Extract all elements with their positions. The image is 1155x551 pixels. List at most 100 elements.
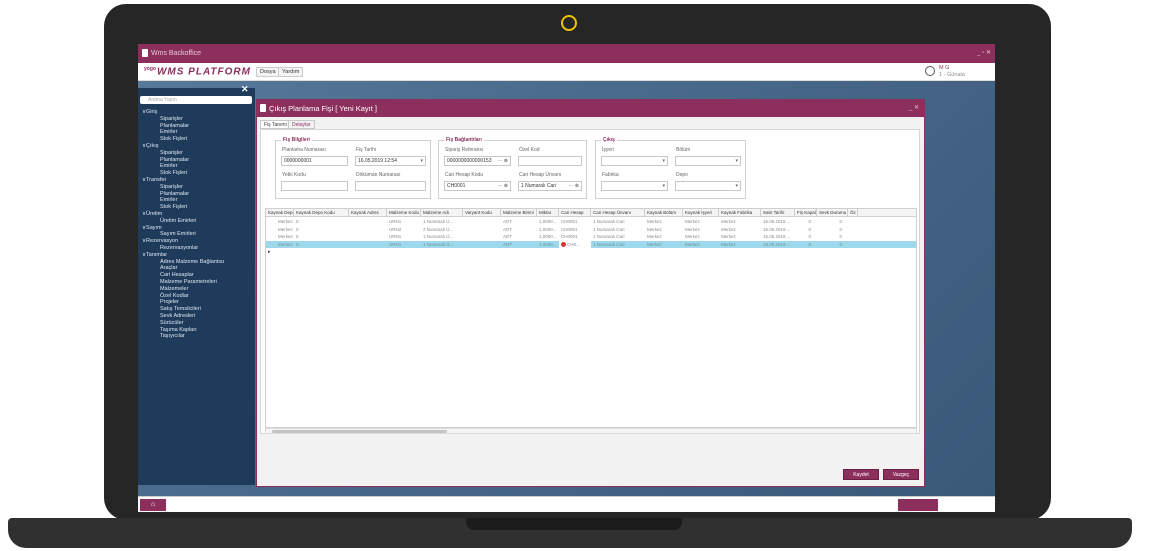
table-cell[interactable]: ADT	[501, 218, 537, 226]
table-cell[interactable]: 1 Numaralı Cari	[591, 218, 645, 226]
table-cell[interactable]: Merkez	[645, 226, 683, 234]
table-cell[interactable]: 0	[795, 218, 817, 226]
table-cell[interactable]: 0	[817, 241, 848, 249]
table-cell[interactable]: 0	[294, 226, 349, 234]
table-cell[interactable]: 1,0000...	[537, 241, 559, 249]
table-cell[interactable]	[349, 218, 387, 226]
sidebar-group[interactable]: ∨Tanımlar	[140, 252, 224, 259]
grid-column-header[interactable]: Cari Hesap	[559, 209, 591, 217]
table-cell[interactable]: Merkez	[719, 218, 761, 226]
special-code-field[interactable]	[518, 156, 582, 166]
grid-column-header[interactable]: Kaynak Fabrika	[719, 209, 761, 217]
grid-column-header[interactable]: Satır Tarihi	[761, 209, 795, 217]
grid-column-header[interactable]: Malzeme Birimi	[501, 209, 537, 217]
table-cell[interactable]: 1 Numaralı Cari	[591, 226, 645, 234]
table-cell[interactable]: Merkez	[645, 218, 683, 226]
sidebar-group[interactable]: ∨Transfer	[140, 177, 224, 184]
account-code-field[interactable]: CH0001 ··· ⊗	[444, 181, 511, 191]
order-reference-field[interactable]: 0000000000000153 ··· ⊗	[444, 156, 511, 166]
table-cell[interactable]: 0	[817, 233, 848, 241]
tab-fis-tanimi[interactable]: Fiş Tanımı	[260, 120, 291, 129]
sidebar-item[interactable]: Sevk Adresleri	[140, 313, 224, 320]
sidebar-item[interactable]: Taşıma Kapları	[140, 327, 224, 334]
cancel-button[interactable]: Vazgeç	[883, 469, 919, 480]
table-cell[interactable]: Merkez	[276, 218, 294, 226]
taskbar-right-button[interactable]	[898, 499, 938, 511]
document-number-field[interactable]	[355, 181, 426, 191]
sidebar-search-input[interactable]: Arama Yapın	[140, 96, 252, 104]
table-cell[interactable]: CH0...	[559, 240, 591, 248]
table-cell[interactable]: 0	[294, 233, 349, 241]
table-cell[interactable]: 1 Numaralı Cari	[591, 233, 645, 241]
grid-column-header[interactable]: Varyant Kodu	[463, 209, 501, 217]
table-cell[interactable]: 16.05.2019 ...	[761, 218, 795, 226]
dialog-controls[interactable]: _ ✕	[909, 104, 919, 111]
sidebar-item[interactable]: Cari Hesaplar	[140, 272, 224, 279]
table-cell[interactable]: Merkez	[719, 241, 761, 249]
scrollbar-thumb[interactable]	[272, 430, 447, 433]
sidebar-close-icon[interactable]: ✕	[241, 84, 249, 95]
grid-column-header[interactable]: Kaynak Bölüm	[645, 209, 683, 217]
sidebar-group[interactable]: ∨Çıkış	[140, 143, 224, 150]
table-cell[interactable]: URN1	[387, 241, 421, 249]
table-cell[interactable]: Merkez	[683, 218, 719, 226]
table-row[interactable]: Merkez 0 URN1 1 Numaralı Ü... ADT 1,0000... CH…	[266, 240, 916, 249]
table-cell[interactable]: 1 Numaralı Cari	[591, 241, 645, 249]
sidebar-item[interactable]: Planlamalar	[140, 191, 224, 198]
table-cell[interactable]: ADT	[501, 233, 537, 241]
grid-column-header[interactable]: Kaynak Depo	[266, 209, 294, 217]
table-cell[interactable]	[463, 226, 501, 234]
sidebar-item[interactable]: Emirler	[140, 197, 224, 204]
grid-horizontal-scrollbar[interactable]	[265, 428, 917, 434]
table-cell[interactable]	[463, 233, 501, 241]
table-cell[interactable]: Merkez	[276, 226, 294, 234]
sidebar-item[interactable]: Özel Kodlar	[140, 293, 224, 300]
sidebar-item[interactable]: Malzeme Parametreleri	[140, 279, 224, 286]
grid-column-header[interactable]: Fiş Kapalı	[795, 209, 817, 217]
sidebar-item[interactable]: Stok Fişleri	[140, 136, 224, 143]
sidebar-item[interactable]: Planlamalar	[140, 157, 224, 164]
grid-column-header[interactable]: Miktar	[537, 209, 559, 217]
sidebar-group[interactable]: ∨Rezervasyon	[140, 238, 224, 245]
date-field[interactable]: 16.05.2019 12:54 ▾	[355, 156, 426, 166]
table-cell[interactable]: 1 Numaralı Ü...	[421, 218, 463, 226]
section-select[interactable]: ▾	[675, 156, 741, 166]
table-cell[interactable]: 1,0000...	[537, 226, 559, 234]
table-cell[interactable]: ADT	[501, 226, 537, 234]
menu-help[interactable]: Yardım	[278, 67, 304, 77]
table-cell[interactable]: CH0001	[559, 233, 591, 241]
grid-column-header[interactable]: Sevk Durumu	[817, 209, 848, 217]
save-button[interactable]: Kaydet	[843, 469, 879, 480]
sidebar-item[interactable]: Malzemeler	[140, 286, 224, 293]
table-row[interactable]: Merkez 0 URN1 1 Numaralı Ü... ADT 1,0000... CH…	[266, 218, 916, 226]
sidebar-item[interactable]: Taşıyıcılar	[140, 333, 224, 340]
table-cell[interactable]: 16.05.2019 ...	[761, 226, 795, 234]
table-row[interactable]: Merkez 0 URN2 2 Numaralı Ü... ADT 1,0000... CH…	[266, 226, 916, 234]
table-cell[interactable]: CH0001	[559, 218, 591, 226]
table-cell[interactable]: 0	[294, 218, 349, 226]
sidebar-group[interactable]: ∨Giriş	[140, 109, 224, 116]
home-icon[interactable]: ⌂	[140, 499, 166, 511]
grid-column-header[interactable]: Kaynak Depo Kodu	[294, 209, 349, 217]
table-cell[interactable]: Merkez	[683, 241, 719, 249]
account-title-field[interactable]: 1 Numaralı Cari ··· ⊗	[518, 181, 582, 191]
table-cell[interactable]	[349, 226, 387, 234]
table-cell[interactable]: 0	[795, 226, 817, 234]
grid-column-header[interactable]: Cari Hesap Ünvanı	[591, 209, 645, 217]
table-cell[interactable]	[463, 218, 501, 226]
sidebar-item[interactable]: Siparişler	[140, 116, 224, 123]
table-cell[interactable]: URN1	[387, 233, 421, 241]
table-cell[interactable]: 0	[817, 218, 848, 226]
window-controls[interactable]: _ ▫ ✕	[977, 49, 991, 56]
sidebar-item[interactable]: Rezervasyonlar	[140, 245, 224, 252]
grid-column-header[interactable]: Öz	[848, 209, 858, 217]
table-cell[interactable]: 2 Numaralı Ü...	[421, 226, 463, 234]
sidebar-item[interactable]: Sayım Emirleri	[140, 231, 224, 238]
grid-column-header[interactable]: Kaynak Adres	[349, 209, 387, 217]
sidebar-item[interactable]: Stok Fişleri	[140, 204, 224, 211]
sidebar-item[interactable]: Siparişler	[140, 184, 224, 191]
workplace-select[interactable]: ▾	[601, 156, 668, 166]
table-cell[interactable]: 0	[294, 241, 349, 249]
sidebar-item[interactable]: Üretim Emirleri	[140, 218, 224, 225]
table-cell[interactable]: 16.05.2019 ...	[761, 233, 795, 241]
